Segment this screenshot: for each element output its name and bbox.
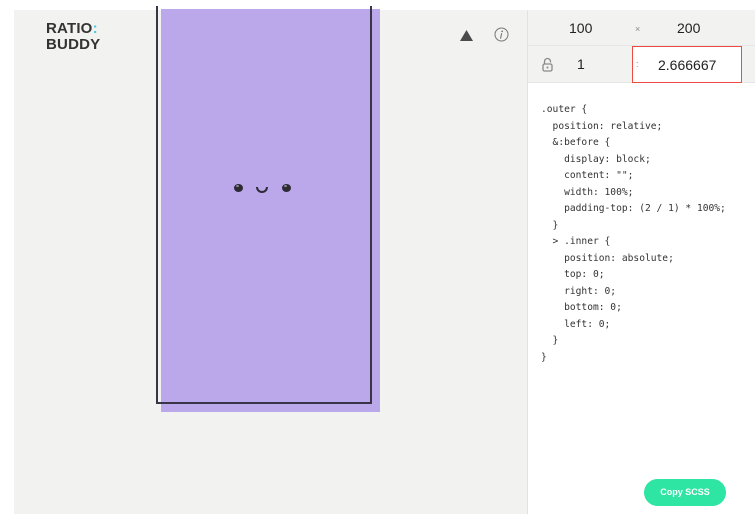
copy-scss-button[interactable]: Copy SCSS (644, 479, 726, 506)
scss-code-block: .outer { position: relative; &:before { … (541, 104, 726, 363)
ratio-buddy-app: RATIO: BUDDY 100 × 200 1: 2.666667 .out… (14, 6, 755, 514)
info-icon[interactable] (494, 27, 509, 47)
ratio-left-input[interactable]: 1 (577, 56, 585, 72)
times-separator: × (635, 24, 641, 34)
ratio-preview-box (156, 6, 380, 414)
ratio-right-field[interactable]: : 2.666667 (632, 46, 742, 83)
logo-buddy: BUDDY (46, 36, 101, 53)
height-input[interactable]: 200 (677, 20, 700, 36)
ratio-row: 1 : 2.666667 (528, 46, 755, 83)
triangle-icon[interactable] (460, 28, 473, 46)
settings-panel: 100 × 200 1 : 2.666667 .outer { position… (527, 10, 755, 514)
lock-icon[interactable] (542, 57, 553, 77)
smile-mouth (256, 187, 268, 193)
right-eye (282, 184, 291, 192)
preview-stage: RATIO: BUDDY (14, 6, 527, 514)
width-input[interactable]: 100 (569, 20, 592, 36)
logo: RATIO: BUDDY (46, 21, 100, 53)
ratio-colon: : (636, 59, 639, 69)
face-icon (234, 184, 298, 204)
left-eye (234, 184, 243, 192)
logo-colon: : (92, 20, 98, 37)
preview-outline (156, 6, 372, 404)
dimensions-row: 100 × 200 (528, 10, 755, 46)
ratio-right-input[interactable]: 2.666667 (658, 57, 716, 73)
logo-ratio: RATIO (46, 20, 93, 37)
